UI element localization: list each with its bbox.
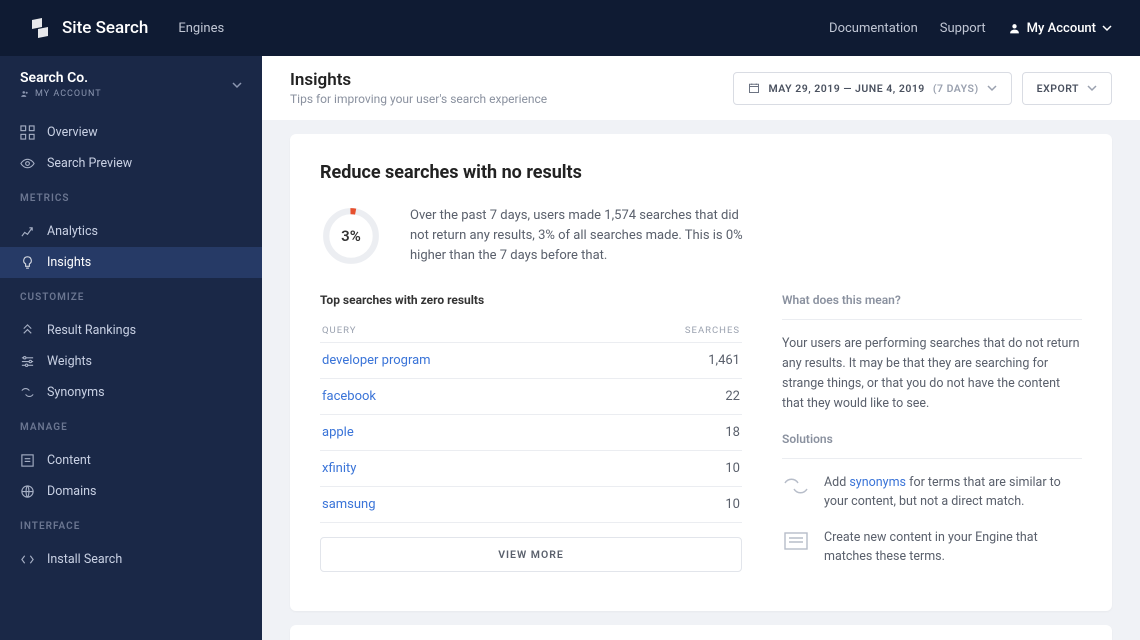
synonyms-icon	[782, 475, 810, 497]
logo[interactable]: Site Search	[28, 16, 148, 40]
section-customize: CUSTOMIZE	[0, 282, 262, 309]
solution-content: Create new content in your Engine that m…	[782, 528, 1082, 567]
section-manage: MANAGE	[0, 412, 262, 439]
nav-content[interactable]: Content	[0, 445, 262, 476]
nav-synonyms[interactable]: Synonyms	[0, 377, 262, 408]
nav-insights[interactable]: Insights	[0, 247, 262, 278]
sliders-icon	[20, 354, 35, 369]
topbar: Site Search Engines Documentation Suppor…	[0, 0, 1140, 56]
date-range-picker[interactable]: MAY 29, 2019 — JUNE 4, 2019 (7 DAYS)	[733, 72, 1011, 105]
account-menu[interactable]: My Account	[1008, 21, 1112, 36]
engine-subtitle: MY ACCOUNT	[20, 89, 102, 99]
card-no-results: Reduce searches with no results 3% Over …	[290, 134, 1112, 611]
grid-icon	[20, 125, 35, 140]
chevron-down-icon	[987, 83, 997, 93]
query-link[interactable]: facebook	[322, 389, 376, 404]
gauge: 3%	[320, 205, 382, 267]
chevron-down-icon	[1087, 83, 1097, 93]
synonyms-icon	[20, 385, 35, 400]
table-row: apple18	[320, 415, 742, 451]
chevron-down-icon	[232, 80, 242, 90]
table-header: QUERY SEARCHES	[320, 319, 742, 343]
table-title: Top searches with zero results	[320, 293, 742, 307]
solutions-title: Solutions	[782, 432, 1082, 446]
section-metrics: METRICS	[0, 183, 262, 210]
chart-icon	[20, 224, 35, 239]
account-label: My Account	[1027, 21, 1096, 36]
calendar-icon	[748, 82, 760, 94]
link-support[interactable]: Support	[940, 21, 986, 36]
sidebar: Search Co. MY ACCOUNT Overview Search Pr…	[0, 56, 262, 640]
solution-synonyms: Add synonyms for terms that are similar …	[782, 473, 1082, 512]
col-query: QUERY	[322, 325, 356, 336]
users-icon	[20, 89, 30, 99]
tab-engines[interactable]: Engines	[178, 21, 224, 36]
page-subtitle: Tips for improving your user's search ex…	[290, 92, 547, 106]
user-icon	[1008, 22, 1021, 35]
content-icon	[20, 453, 35, 468]
content-icon	[782, 530, 810, 552]
nav-overview[interactable]: Overview	[0, 117, 262, 148]
link-synonyms[interactable]: synonyms	[849, 475, 906, 490]
nav-analytics[interactable]: Analytics	[0, 216, 262, 247]
table-row: developer program1,461	[320, 343, 742, 379]
engine-selector[interactable]: Search Co. MY ACCOUNT	[0, 56, 262, 111]
summary-text: Over the past 7 days, users made 1,574 s…	[410, 206, 750, 266]
query-link[interactable]: apple	[322, 425, 354, 440]
table-row: facebook22	[320, 379, 742, 415]
logo-icon	[28, 16, 52, 40]
page-header: Insights Tips for improving your user's …	[262, 56, 1140, 120]
section-interface: INTERFACE	[0, 511, 262, 538]
help-text: Your users are performing searches that …	[782, 334, 1082, 414]
export-button[interactable]: EXPORT	[1022, 72, 1112, 105]
nav-result-rankings[interactable]: Result Rankings	[0, 315, 262, 346]
globe-icon	[20, 484, 35, 499]
query-link[interactable]: xfinity	[322, 461, 356, 476]
card-title: Reduce searches with no results	[320, 162, 1082, 183]
nav-install-search[interactable]: Install Search	[0, 544, 262, 575]
rankings-icon	[20, 323, 35, 338]
link-documentation[interactable]: Documentation	[829, 21, 918, 36]
card-no-clickthroughs: Reduce searches with no clickthroughs	[290, 625, 1112, 640]
nav-domains[interactable]: Domains	[0, 476, 262, 507]
query-link[interactable]: developer program	[322, 353, 431, 368]
nav-weights[interactable]: Weights	[0, 346, 262, 377]
gauge-percent: 3%	[320, 205, 382, 267]
help-title: What does this mean?	[782, 293, 1082, 307]
chevron-down-icon	[1102, 23, 1112, 33]
nav-search-preview[interactable]: Search Preview	[0, 148, 262, 179]
query-link[interactable]: samsung	[322, 497, 376, 512]
engine-name: Search Co.	[20, 70, 102, 86]
product-name: Site Search	[62, 18, 148, 38]
col-searches: SEARCHES	[685, 325, 740, 336]
divider	[782, 458, 1082, 459]
table-row: samsung10	[320, 487, 742, 523]
table-row: xfinity10	[320, 451, 742, 487]
page-title: Insights	[290, 70, 547, 90]
code-icon	[20, 552, 35, 567]
view-more-button[interactable]: VIEW MORE	[320, 537, 742, 572]
divider	[782, 319, 1082, 320]
eye-icon	[20, 156, 35, 171]
bulb-icon	[20, 255, 35, 270]
main-content: Insights Tips for improving your user's …	[262, 56, 1140, 640]
